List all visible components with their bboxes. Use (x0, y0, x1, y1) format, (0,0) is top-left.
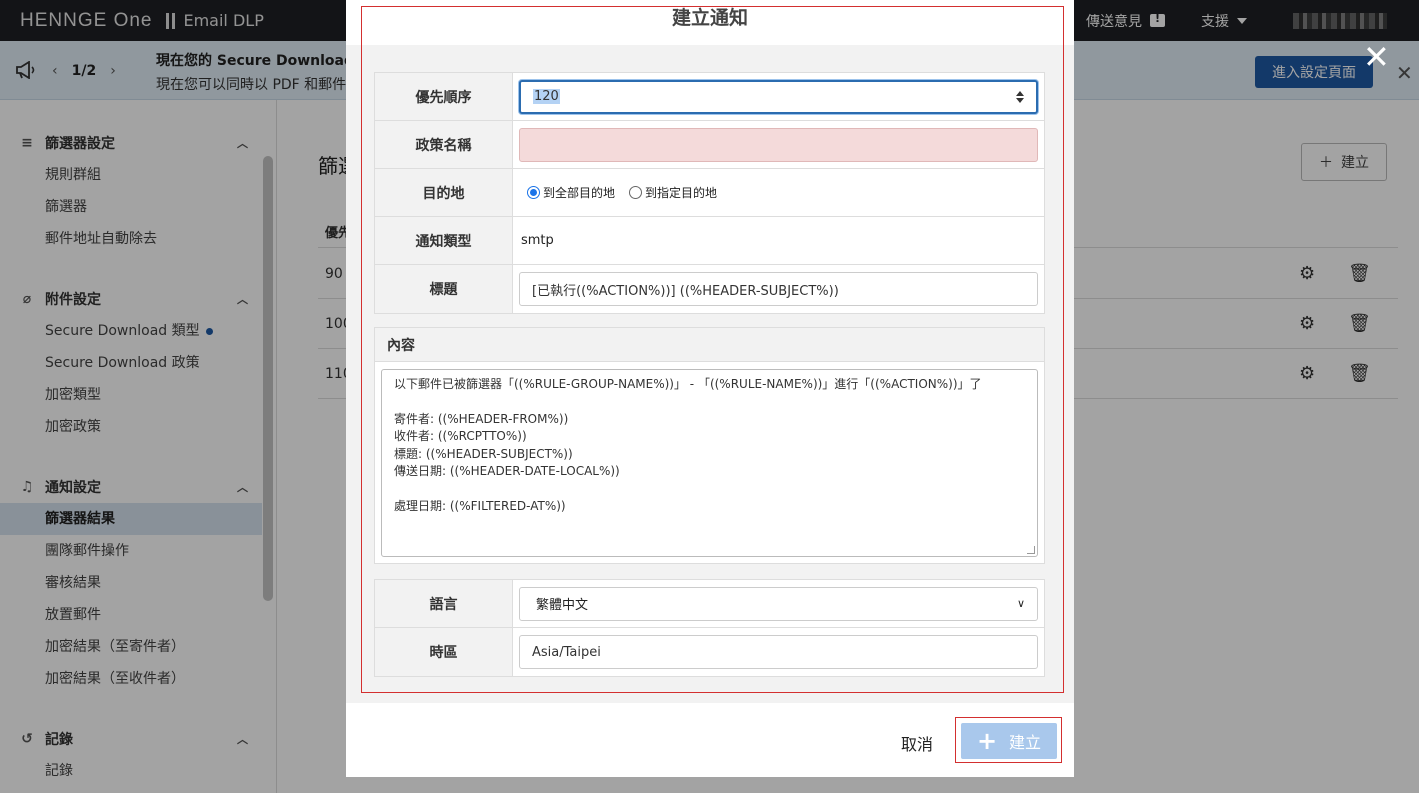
destination-all-radio[interactable]: 到全部目的地 (527, 184, 615, 201)
destination-label: 目的地 (375, 169, 513, 216)
priority-value: 120 (533, 89, 560, 104)
resize-handle-icon[interactable] (1027, 546, 1035, 554)
priority-input[interactable]: 120 (519, 79, 1038, 114)
form-row-language: 語言 繁體中文 ∨ (375, 580, 1044, 628)
radio-unchecked-icon (629, 186, 643, 199)
language-select[interactable]: 繁體中文 ∨ (519, 586, 1038, 621)
dialog-header: 建立通知 (346, 0, 1074, 45)
dialog-title: 建立通知 (671, 7, 748, 29)
create-submit-label: 建立 (1009, 733, 1042, 752)
content-label: 內容 (375, 328, 1044, 362)
form-row-subject: 標題 [已執行((%ACTION%))] ((%HEADER-SUBJECT%)… (375, 265, 1044, 313)
priority-label: 優先順序 (375, 73, 513, 120)
form-row-notification-type: 通知類型 smtp (375, 217, 1044, 265)
create-notification-dialog: 建立通知 優先順序 120 政策名稱 目的地 到全部目的地 到指定目的地 通知類… (346, 0, 1074, 777)
form-row-priority: 優先順序 120 (375, 73, 1044, 121)
notification-form-bottom: 語言 繁體中文 ∨ 時區 Asia/Taipei (374, 579, 1045, 677)
notification-form-top: 優先順序 120 政策名稱 目的地 到全部目的地 到指定目的地 通知類型 smt… (374, 72, 1045, 314)
subject-input[interactable]: [已執行((%ACTION%))] ((%HEADER-SUBJECT%)) (519, 272, 1038, 306)
subject-label: 標題 (375, 265, 513, 313)
timezone-label: 時區 (375, 628, 513, 676)
policy-name-input[interactable] (519, 127, 1038, 162)
create-submit-button[interactable]: + 建立 (961, 723, 1057, 759)
dialog-footer: 取消 + 建立 (346, 703, 1074, 777)
notification-type-value: smtp (521, 233, 554, 248)
plus-icon: + (976, 727, 998, 755)
number-spinner-icon[interactable] (1016, 90, 1024, 103)
content-textarea[interactable]: 以下郵件已被篩選器「((%RULE-GROUP-NAME%))」 - 「((%R… (381, 369, 1038, 557)
notification-type-label: 通知類型 (375, 217, 513, 264)
policy-name-label: 政策名稱 (375, 121, 513, 168)
language-label: 語言 (375, 580, 513, 627)
timezone-input[interactable]: Asia/Taipei (519, 635, 1038, 669)
create-button-highlight: + 建立 (955, 717, 1062, 763)
cancel-button[interactable]: 取消 (901, 731, 933, 755)
destination-specific-radio[interactable]: 到指定目的地 (629, 184, 717, 201)
form-row-timezone: 時區 Asia/Taipei (375, 628, 1044, 676)
chevron-down-icon: ∨ (1016, 597, 1025, 610)
radio-checked-icon (527, 186, 540, 199)
destination-all-label: 到全部目的地 (543, 186, 616, 200)
modal-close-icon[interactable]: ✕ (1363, 38, 1390, 76)
content-section: 內容 以下郵件已被篩選器「((%RULE-GROUP-NAME%))」 - 「(… (374, 327, 1045, 564)
form-row-destination: 目的地 到全部目的地 到指定目的地 (375, 169, 1044, 217)
form-row-policy-name: 政策名稱 (375, 121, 1044, 169)
language-selected-value: 繁體中文 (536, 598, 589, 613)
destination-specific-label: 到指定目的地 (645, 186, 718, 200)
